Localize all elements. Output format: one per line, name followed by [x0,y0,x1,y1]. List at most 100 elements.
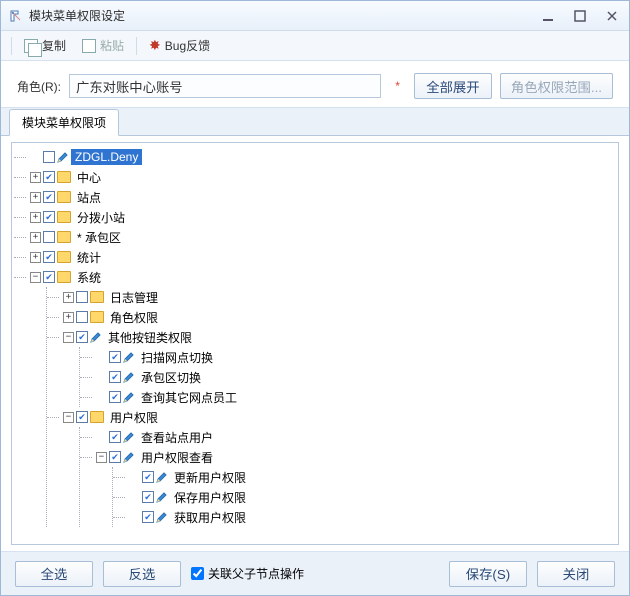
tree-label[interactable]: * 承包区 [73,228,125,247]
expander-icon[interactable]: + [30,252,41,263]
expander-icon[interactable]: + [30,212,41,223]
tree-row[interactable]: 更新用户权限 [129,467,616,487]
tree-label[interactable]: 日志管理 [106,288,162,307]
tree-node: 承包区切换 [80,367,616,387]
tree-row[interactable]: + 中心 [30,167,616,187]
window-title: 模块菜单权限设定 [29,7,539,24]
checkbox[interactable] [43,211,55,223]
checkbox[interactable] [142,511,154,523]
folder-icon [90,311,104,323]
tree-row[interactable]: 扫描网点切换 [96,347,616,367]
link-parent-child-checkbox[interactable]: 关联父子节点操作 [191,565,304,582]
expander-icon[interactable]: + [30,192,41,203]
folder-icon [57,171,71,183]
checkbox[interactable] [109,351,121,363]
expander-blank [96,352,107,363]
invert-button[interactable]: 反选 [103,561,181,587]
select-all-button[interactable]: 全选 [15,561,93,587]
expander-blank [30,152,41,163]
checkbox[interactable] [43,251,55,263]
tree-row[interactable]: ZDGL.Deny [30,147,616,167]
checkbox[interactable] [43,191,55,203]
expander-icon[interactable]: + [63,292,74,303]
expander-icon[interactable]: − [30,272,41,283]
tree-row[interactable]: − 其他按钮类权限 [63,327,616,347]
expander-icon[interactable]: − [63,332,74,343]
tree-label[interactable]: 查看站点用户 [137,428,217,447]
tree-label[interactable]: 获取用户权限 [170,508,250,527]
tree-label[interactable]: 查询其它网点员工 [137,388,241,407]
checkbox[interactable] [76,411,88,423]
tree-label[interactable]: 保存用户权限 [170,488,250,507]
expander-icon[interactable]: + [30,172,41,183]
tree-label[interactable]: 中心 [73,168,105,187]
tree-label[interactable]: 用户权限查看 [137,448,217,467]
toolbar-separator [11,37,12,55]
tree-label[interactable]: 更新用户权限 [170,468,250,487]
tree-label[interactable]: 其他按钮类权限 [104,328,196,347]
tree-row[interactable]: + 分拨小站 [30,207,616,227]
checkbox[interactable] [76,331,88,343]
expander-icon[interactable]: + [30,232,41,243]
tree-row[interactable]: 保存用户权限 [129,487,616,507]
close-button[interactable] [603,8,621,24]
checkbox[interactable] [43,151,55,163]
tree-label[interactable]: 站点 [73,188,105,207]
copy-button[interactable]: 复制 [18,35,72,56]
link-checkbox-input[interactable] [191,567,204,580]
tree-row[interactable]: 查询其它网点员工 [96,387,616,407]
tree-row[interactable]: 承包区切换 [96,367,616,387]
checkbox[interactable] [43,171,55,183]
checkbox[interactable] [109,451,121,463]
tree-row[interactable]: + 日志管理 [63,287,616,307]
tree-label[interactable]: ZDGL.Deny [71,149,142,165]
checkbox[interactable] [43,271,55,283]
checkbox[interactable] [109,371,121,383]
bug-feedback-button[interactable]: ✸ Bug反馈 [143,35,216,56]
checkbox[interactable] [43,231,55,243]
tree-label[interactable]: 统计 [73,248,105,267]
tree-row[interactable]: 查看站点用户 [96,427,616,447]
tree-row[interactable]: + 统计 [30,247,616,267]
tree-row[interactable]: + 站点 [30,187,616,207]
checkbox[interactable] [142,471,154,483]
tree-node: 获取用户权限 [113,507,616,527]
checkbox[interactable] [109,431,121,443]
paste-button[interactable]: 粘贴 [76,35,130,56]
tree-label[interactable]: 分拨小站 [73,208,129,227]
save-button[interactable]: 保存(S) [449,561,527,587]
pencil-icon [156,471,168,483]
tree-view[interactable]: ZDGL.Deny + 中心 + 站点 + 分拨小站 + * 承包区 + 统计 − 系统 + 日志管理 + 角色… [11,142,619,545]
tree-row[interactable]: − 用户权限查看 [96,447,616,467]
tree-row[interactable]: − 系统 [30,267,616,287]
paste-icon [82,39,96,53]
tree-label[interactable]: 角色权限 [106,308,162,327]
role-row: 角色(R): * 全部展开 角色权限范围... [1,61,629,108]
maximize-button[interactable] [571,8,589,24]
expander-icon[interactable]: − [96,452,107,463]
expander-blank [96,372,107,383]
tree-label[interactable]: 用户权限 [106,408,162,427]
expand-all-button[interactable]: 全部展开 [414,73,492,99]
minimize-button[interactable] [539,8,557,24]
tree-row[interactable]: − 用户权限 [63,407,616,427]
expander-icon[interactable]: + [63,312,74,323]
tree-label[interactable]: 系统 [73,268,105,287]
tab-permissions[interactable]: 模块菜单权限项 [9,109,119,136]
checkbox[interactable] [76,311,88,323]
tree-row[interactable]: + * 承包区 [30,227,616,247]
tree-row[interactable]: 获取用户权限 [129,507,616,527]
bug-icon: ✸ [149,37,161,54]
checkbox[interactable] [109,391,121,403]
role-input[interactable] [69,74,381,98]
expander-icon[interactable]: − [63,412,74,423]
pencil-icon [156,491,168,503]
tree-label[interactable]: 承包区切换 [137,368,205,387]
tree-row[interactable]: + 角色权限 [63,307,616,327]
checkbox[interactable] [76,291,88,303]
close-dialog-button[interactable]: 关闭 [537,561,615,587]
tree-node: + 统计 [14,247,616,267]
checkbox[interactable] [142,491,154,503]
tree-label[interactable]: 扫描网点切换 [137,348,217,367]
role-scope-button[interactable]: 角色权限范围... [500,73,613,99]
